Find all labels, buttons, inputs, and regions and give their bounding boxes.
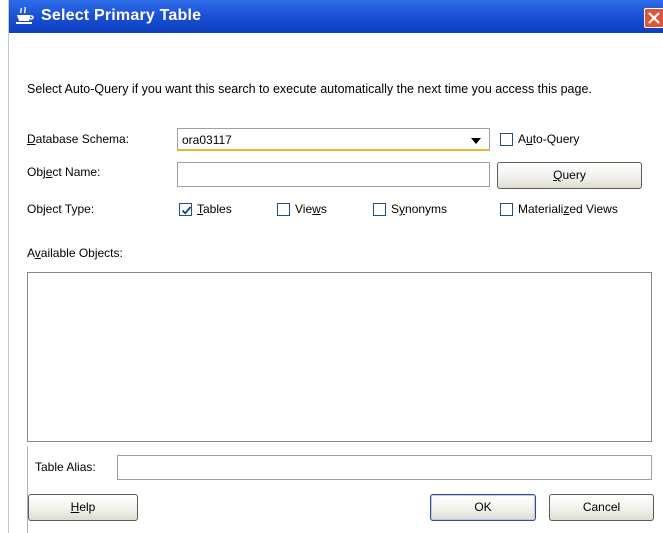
dialog-title: Select Primary Table: [41, 7, 202, 24]
schema-label: Database Schema:: [27, 132, 130, 146]
materialized-views-checkbox[interactable]: [500, 203, 513, 216]
object-name-input[interactable]: [177, 162, 490, 187]
schema-dropdown[interactable]: ora03117: [177, 128, 490, 151]
checkmark-icon: [181, 206, 192, 215]
available-objects-label: Available Objects:: [27, 246, 123, 260]
tables-label: Tables: [197, 202, 232, 216]
schema-value: ora03117: [182, 133, 232, 147]
coffee-cup-icon: [15, 6, 35, 25]
available-objects-list[interactable]: [27, 272, 652, 442]
object-name-label: Object Name:: [27, 165, 101, 179]
views-label: Views: [295, 202, 327, 216]
close-icon: [648, 12, 660, 24]
select-primary-table-dialog: Select Primary Table Select Auto-Query i…: [8, 0, 663, 533]
ok-button[interactable]: OK: [430, 494, 536, 521]
table-alias-input[interactable]: [117, 455, 652, 480]
object-type-label: Object Type:: [27, 202, 95, 216]
cancel-button[interactable]: Cancel: [549, 494, 654, 521]
chevron-down-icon[interactable]: [471, 138, 481, 144]
synonyms-label: Synonyms: [391, 202, 448, 216]
title-bar[interactable]: Select Primary Table: [9, 0, 663, 33]
query-button[interactable]: Query: [497, 162, 642, 189]
tables-checkbox[interactable]: [179, 203, 192, 216]
materialized-views-label: Materialized Views: [518, 202, 618, 216]
synonyms-checkbox[interactable]: [373, 203, 386, 216]
description-text: Select Auto-Query if you want this searc…: [27, 82, 592, 96]
views-checkbox[interactable]: [277, 203, 290, 216]
table-alias-label: Table Alias:: [35, 460, 96, 474]
auto-query-label: Auto-Query: [518, 132, 580, 146]
close-button[interactable]: [644, 8, 663, 28]
help-button[interactable]: Help: [28, 494, 138, 521]
auto-query-checkbox[interactable]: [500, 133, 513, 146]
